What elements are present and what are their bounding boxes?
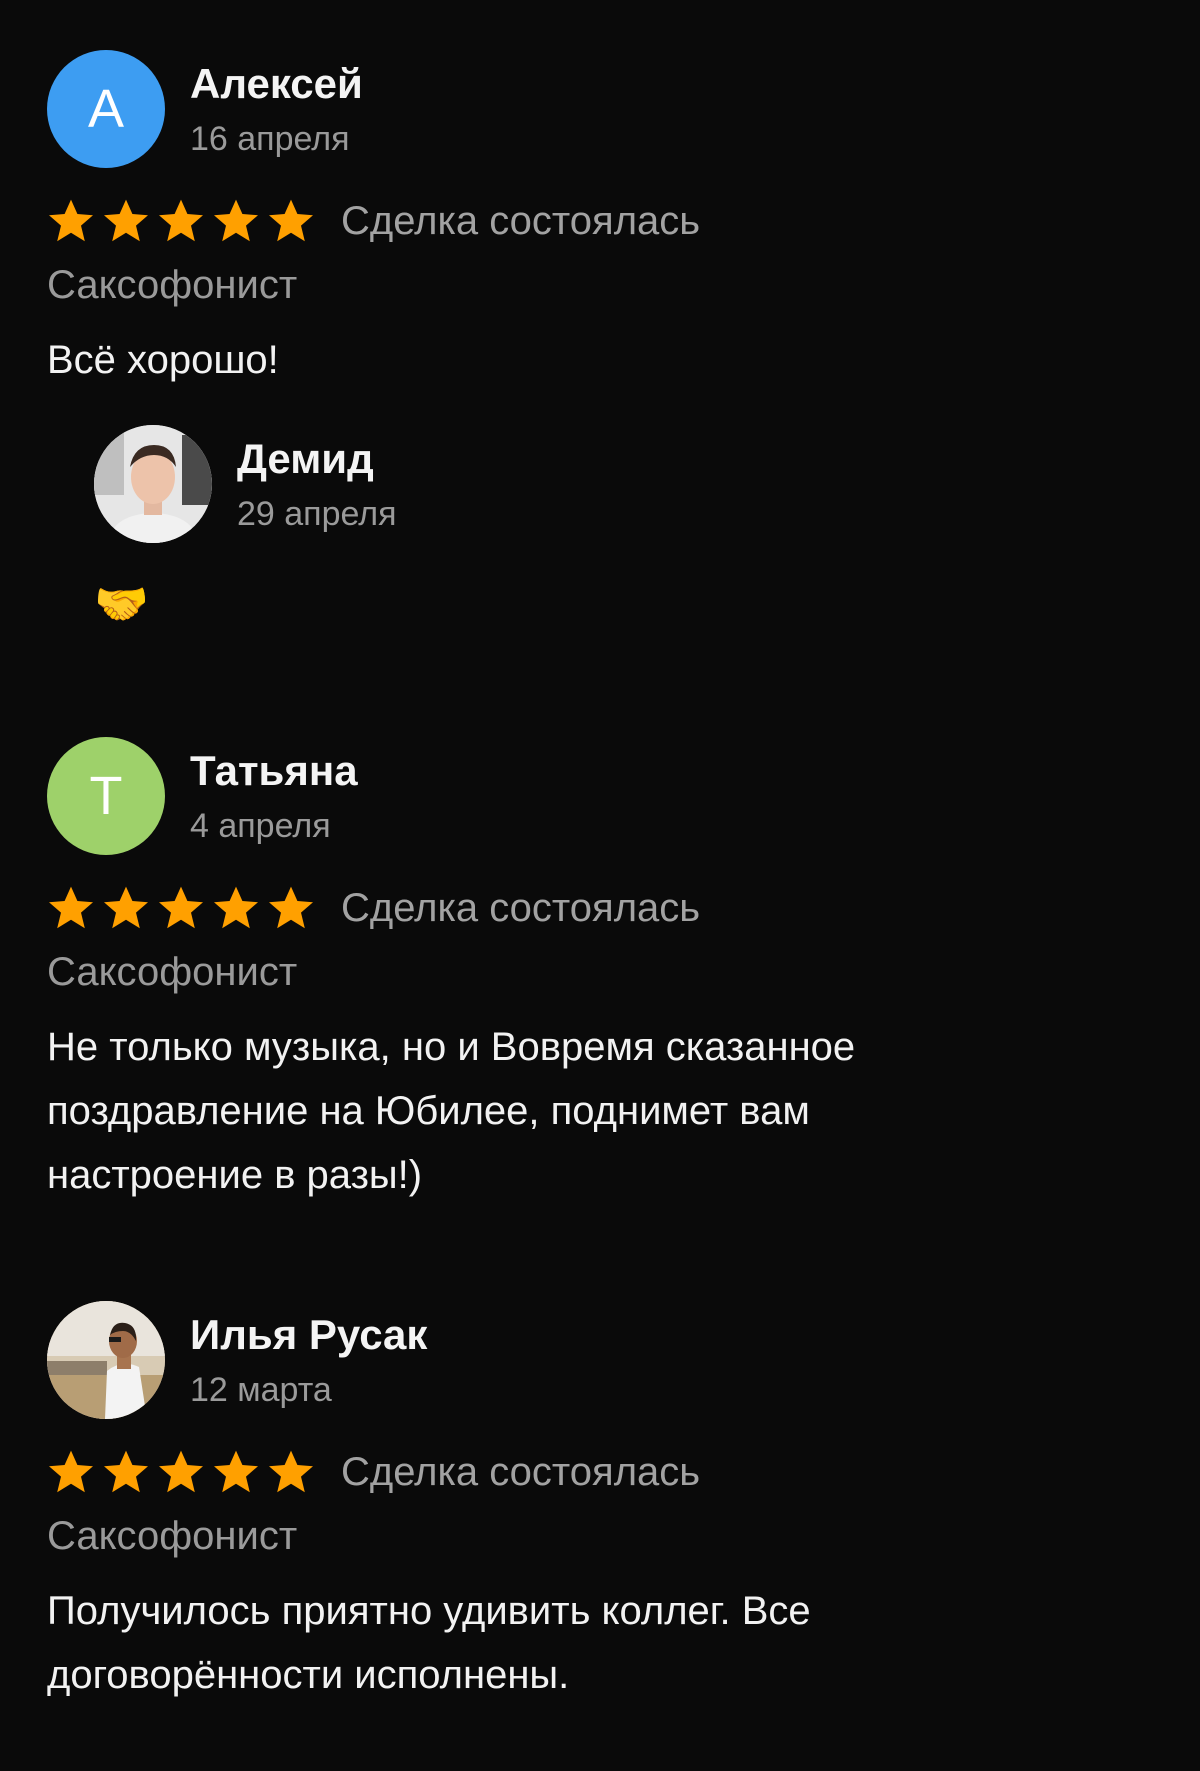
review-text: Всё хорошо! [47,338,279,382]
service-name: Саксофонист [47,1514,298,1558]
reply-author-name[interactable]: Демид [237,435,374,483]
review-date: 12 марта [190,1371,332,1409]
star-icon [157,885,205,931]
star-icon [212,1449,260,1495]
star-icon [102,198,150,244]
star-icon [267,885,315,931]
author-name[interactable]: Татьяна [190,747,358,795]
rating-row: Сделка состоялась [47,196,1147,246]
reply-date: 29 апреля [237,495,397,533]
review-card: А Алексей 16 апреля Сделка состоялась Са… [47,50,1147,392]
review-date: 16 апреля [190,120,350,158]
avatar[interactable] [47,1301,165,1419]
user-photo-icon [47,1301,165,1419]
author-name[interactable]: Илья Русак [190,1311,427,1359]
star-rating [47,198,315,244]
star-icon [267,1449,315,1495]
star-icon [212,198,260,244]
review-header: А Алексей 16 апреля [47,50,1147,168]
star-icon [157,198,205,244]
avatar[interactable]: А [47,50,165,168]
avatar[interactable] [94,425,212,543]
star-icon [47,1449,95,1495]
review-card: Илья Русак 12 марта Сделка состоялась Са… [47,1301,1147,1707]
star-icon [47,198,95,244]
reply-text: 🤝 [94,580,149,629]
star-icon [267,198,315,244]
deal-status: Сделка состоялась [341,1449,701,1494]
star-icon [102,885,150,931]
review-date: 4 апреля [190,807,331,845]
star-rating [47,1449,315,1495]
avatar[interactable]: Т [47,737,165,855]
deal-status: Сделка состоялась [341,198,701,243]
service-name: Саксофонист [47,950,298,994]
author-name[interactable]: Алексей [190,60,363,108]
user-photo-icon [94,425,212,543]
review-header: Т Татьяна 4 апреля [47,737,1147,855]
review-header: Илья Русак 12 марта [47,1301,1147,1419]
deal-status: Сделка состоялась [341,885,701,930]
reply-header: Демид 29 апреля [94,425,1094,543]
review-reply: Демид 29 апреля 🤝 [94,425,1094,632]
review-text: Получилось приятно удивить коллег. Все д… [47,1589,811,1697]
star-rating [47,885,315,931]
star-icon [47,885,95,931]
service-name: Саксофонист [47,263,298,307]
star-icon [157,1449,205,1495]
rating-row: Сделка состоялась [47,1447,1147,1497]
review-card: Т Татьяна 4 апреля Сделка состоялась Сак… [47,737,1147,1207]
rating-row: Сделка состоялась [47,883,1147,933]
review-text: Не только музыка, но и Вовремя сказанное… [47,1025,856,1197]
avatar-letter: А [87,79,125,139]
star-icon [102,1449,150,1495]
avatar-letter: Т [89,766,123,826]
star-icon [212,885,260,931]
